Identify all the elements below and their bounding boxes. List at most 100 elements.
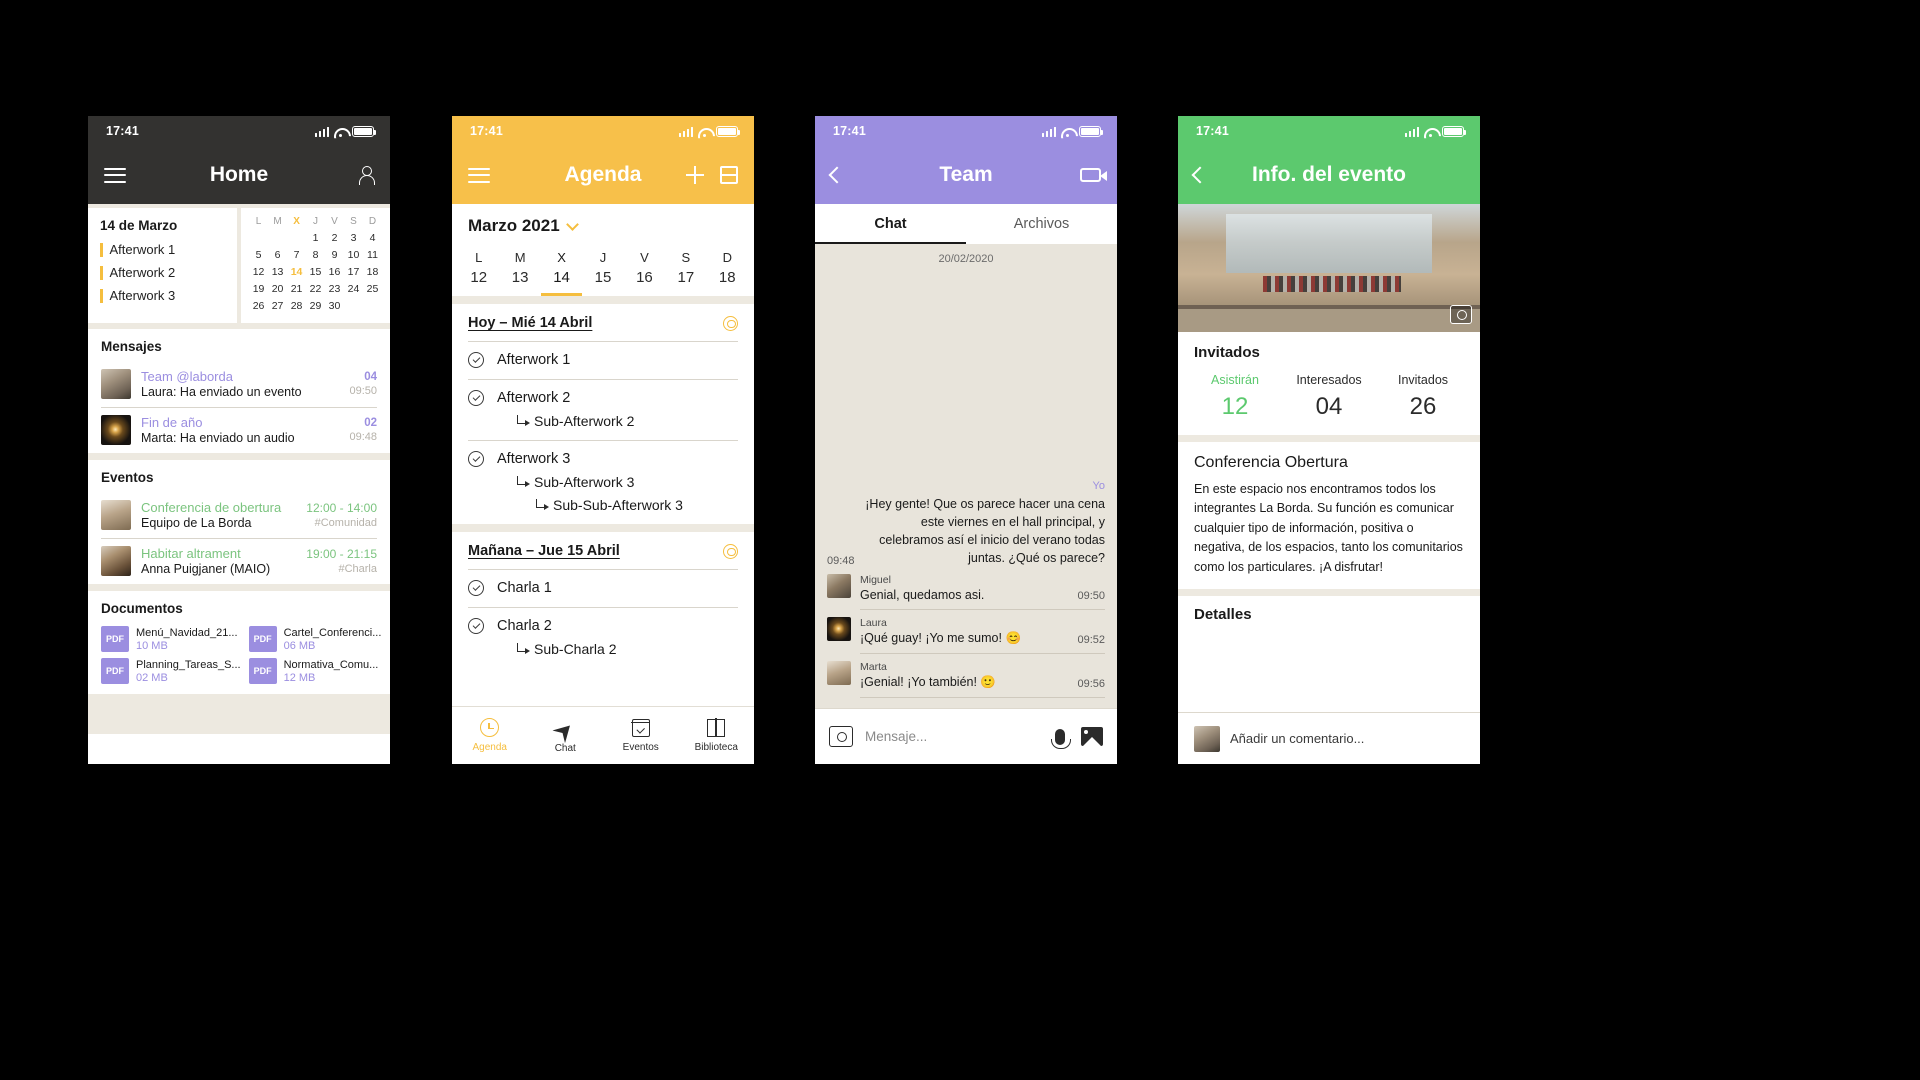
document-item[interactable]: PDF Menú_Navidad_21... 10 MB — [101, 626, 241, 652]
check-circle-icon[interactable] — [468, 390, 484, 406]
calendar-day[interactable]: 20 — [268, 283, 287, 295]
person-icon[interactable] — [358, 165, 375, 185]
list-item[interactable]: Afterwork 3 — [100, 288, 225, 303]
week-day[interactable]: J 15 — [582, 248, 623, 296]
hamburger-icon[interactable] — [104, 167, 126, 183]
week-day[interactable]: M 13 — [499, 248, 540, 296]
split-view-icon[interactable] — [720, 166, 738, 184]
task-item[interactable]: Afterwork 3 Sub-Afterwork 3 Sub-Sub-Afte… — [452, 441, 754, 524]
task-item[interactable]: Charla 1 — [452, 570, 754, 607]
task-item[interactable]: Charla 2 Sub-Charla 2 — [452, 608, 754, 668]
incoming-message[interactable]: Miguel Genial, quedamos asi. 09:50 — [815, 567, 1117, 610]
calendar-day[interactable]: 29 — [306, 300, 325, 312]
tab-chat[interactable]: Chat — [815, 204, 966, 244]
calendar-day[interactable]: 16 — [325, 266, 344, 278]
week-day[interactable]: V 16 — [624, 248, 665, 296]
calendar-day[interactable]: 10 — [344, 249, 363, 261]
sub-subtask-item[interactable]: Sub-Sub-Afterwork 3 — [536, 497, 738, 513]
calendar-day[interactable]: 24 — [344, 283, 363, 295]
stat-interesados[interactable]: Interesados 04 — [1282, 373, 1376, 421]
check-circle-icon[interactable] — [468, 451, 484, 467]
calendar-day[interactable]: 18 — [363, 266, 382, 278]
week-day[interactable]: S 17 — [665, 248, 706, 296]
camera-icon[interactable] — [829, 726, 853, 747]
check-circle-icon[interactable] — [468, 352, 484, 368]
incoming-message[interactable]: Marta ¡Genial! ¡Yo también! 🙂 09:56 — [815, 654, 1117, 698]
calendar-day[interactable]: 13 — [268, 266, 287, 278]
tab-biblioteca[interactable]: Biblioteca — [679, 707, 755, 764]
outgoing-message[interactable]: Yo 09:48 ¡Hey gente! Que os parece hacer… — [815, 480, 1117, 568]
tab-chat[interactable]: Chat — [528, 707, 604, 764]
calendar-day[interactable]: 26 — [249, 300, 268, 312]
tab-archivos[interactable]: Archivos — [966, 204, 1117, 244]
calendar-day[interactable]: 2 — [325, 232, 344, 244]
calendar-day-today[interactable]: 14 — [287, 266, 306, 278]
calendar-day[interactable]: 9 — [325, 249, 344, 261]
calendar-day[interactable]: 8 — [306, 249, 325, 261]
task-item[interactable]: Afterwork 2 Sub-Afterwork 2 — [452, 380, 754, 440]
calendar-day[interactable]: 17 — [344, 266, 363, 278]
list-item[interactable]: Afterwork 1 — [100, 242, 225, 257]
calendar-day[interactable] — [249, 232, 268, 244]
event-row[interactable]: Habitar altrament Anna Puigjaner (MAIO) … — [88, 539, 390, 584]
chevron-left-icon[interactable] — [828, 166, 846, 184]
calendar-day[interactable]: 21 — [287, 283, 306, 295]
month-selector[interactable]: Marzo 2021 — [452, 204, 754, 246]
calendar-day[interactable] — [268, 232, 287, 244]
document-item[interactable]: PDF Cartel_Conferenci... 06 MB — [248, 626, 381, 652]
calendar-day[interactable]: 3 — [344, 232, 363, 244]
stat-invitados[interactable]: Invitados 26 — [1376, 373, 1470, 421]
message-row[interactable]: Team @laborda Laura: Ha enviado un event… — [88, 362, 390, 407]
document-item[interactable]: PDF Normativa_Comu... 12 MB — [248, 658, 382, 684]
image-icon[interactable] — [1081, 727, 1103, 746]
chevron-left-icon[interactable] — [1191, 166, 1209, 184]
microphone-icon[interactable] — [1051, 728, 1071, 749]
subtask-item[interactable]: Sub-Afterwork 2 — [517, 413, 738, 429]
task-item[interactable]: Afterwork 1 — [452, 342, 754, 379]
event-row[interactable]: Conferencia de obertura Equipo de La Bor… — [88, 493, 390, 538]
target-icon[interactable] — [723, 543, 738, 559]
message-row[interactable]: Fin de año Marta: Ha enviado un audio 02… — [88, 408, 390, 453]
agenda-day-header[interactable]: Hoy – Mié 14 Abril — [452, 304, 754, 341]
week-day[interactable]: D 18 — [707, 248, 748, 296]
calendar-day[interactable]: 12 — [249, 266, 268, 278]
calendar-day[interactable] — [344, 300, 363, 312]
calendar-day[interactable]: 6 — [268, 249, 287, 261]
calendar-day[interactable] — [363, 300, 382, 312]
calendar-day[interactable]: 30 — [325, 300, 344, 312]
mini-calendar[interactable]: L M X J V S D 1 2 3 4 5 6 7 8 9 10 11 12… — [241, 208, 390, 323]
check-circle-icon[interactable] — [468, 618, 484, 634]
week-day-selected[interactable]: X 14 — [540, 248, 583, 296]
chevron-down-icon[interactable] — [565, 217, 579, 231]
subtask-item[interactable]: Sub-Charla 2 — [517, 641, 738, 657]
calendar-day[interactable]: 11 — [363, 249, 382, 261]
incoming-message[interactable]: Laura ¡Qué guay! ¡Yo me sumo! 😊 09:52 — [815, 610, 1117, 654]
calendar-day[interactable]: 4 — [363, 232, 382, 244]
tab-agenda[interactable]: Agenda — [452, 707, 528, 764]
camera-icon[interactable] — [1450, 305, 1472, 324]
target-icon[interactable] — [723, 315, 738, 331]
calendar-day[interactable] — [287, 232, 306, 244]
message-input[interactable]: Mensaje... — [865, 729, 1043, 744]
calendar-day[interactable]: 7 — [287, 249, 306, 261]
calendar-day[interactable]: 25 — [363, 283, 382, 295]
tab-eventos[interactable]: Eventos — [603, 707, 679, 764]
calendar-day[interactable]: 15 — [306, 266, 325, 278]
calendar-day[interactable]: 28 — [287, 300, 306, 312]
document-item[interactable]: PDF Planning_Tareas_S... 02 MB — [101, 658, 241, 684]
calendar-day[interactable]: 23 — [325, 283, 344, 295]
agenda-day-header[interactable]: Mañana – Jue 15 Abril — [452, 532, 754, 569]
plus-icon[interactable] — [686, 166, 704, 184]
calendar-day[interactable]: 19 — [249, 283, 268, 295]
day-card[interactable]: 14 de Marzo Afterwork 1 Afterwork 2 Afte… — [88, 208, 238, 323]
check-circle-icon[interactable] — [468, 580, 484, 596]
hamburger-icon[interactable] — [468, 167, 490, 183]
video-call-icon[interactable] — [1080, 168, 1107, 182]
subtask-item[interactable]: Sub-Afterwork 3 — [517, 474, 738, 490]
calendar-day[interactable]: 1 — [306, 232, 325, 244]
calendar-day[interactable]: 27 — [268, 300, 287, 312]
stat-asistiran[interactable]: Asistirán 12 — [1188, 373, 1282, 421]
calendar-day[interactable]: 5 — [249, 249, 268, 261]
calendar-day[interactable]: 22 — [306, 283, 325, 295]
week-day[interactable]: L 12 — [458, 248, 499, 296]
